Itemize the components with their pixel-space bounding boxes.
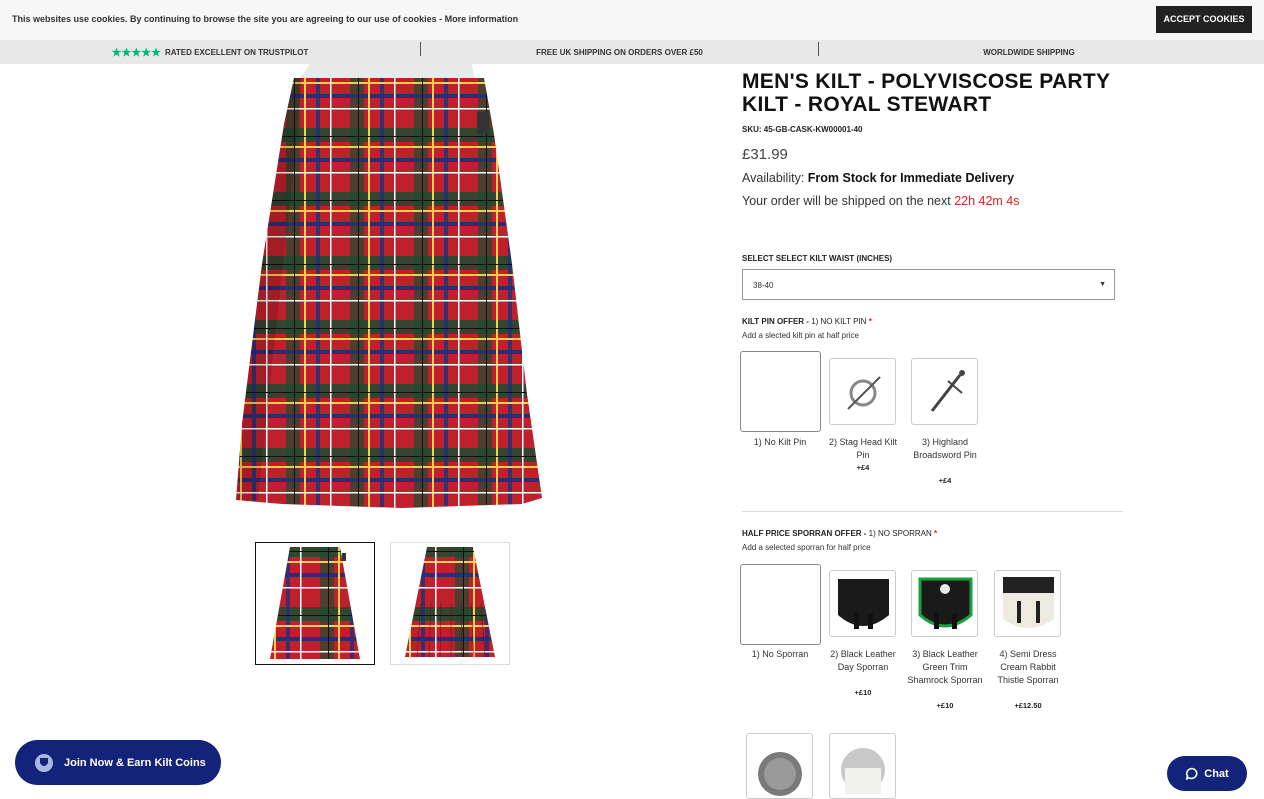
sporran-option-label: 3) Black Leather Green Trim Shamrock Spo… [907, 649, 983, 685]
kilt-pin-option-stag-head[interactable] [829, 358, 896, 425]
chat-bubble-icon [1185, 767, 1198, 780]
waist-select[interactable]: 38-40 ▼ [742, 269, 1115, 300]
sporran-option-6[interactable] [829, 733, 896, 799]
chat-button[interactable]: Chat [1167, 756, 1247, 791]
thumbnail-back[interactable] [390, 542, 510, 665]
waist-select-label: SELECT SELECT KILT WAIST (INCHES) [742, 254, 893, 263]
sporran-option-cream-rabbit[interactable] [994, 570, 1061, 637]
kilt-pin-selected: 1) NO KILT PIN [811, 317, 867, 326]
usp-trustpilot[interactable]: ★★★★★ RATED EXCELLENT ON TRUSTPILOT [0, 40, 420, 64]
cream-rabbit-sporran-image [1003, 577, 1054, 628]
broadsword-pin-image [930, 370, 965, 412]
join-label: Join Now & Earn Kilt Coins [64, 756, 206, 769]
usp-worldwide: WORLDWIDE SHIPPING [819, 40, 1239, 64]
shipping-text: FREE UK SHIPPING ON ORDERS OVER £50 [536, 47, 703, 57]
shipping-countdown: Your order will be shipped on the next 2… [742, 194, 1020, 208]
sporran-subtitle: Add a selected sporran for half price [742, 543, 871, 552]
availability: Availability: From Stock for Immediate D… [742, 171, 1014, 185]
stag-head-pin-image [847, 376, 881, 410]
crest-icon [35, 753, 53, 772]
section-divider [742, 511, 1123, 512]
thumbnail-back-image [405, 547, 495, 658]
sporran-option-price: +£10 [936, 701, 954, 710]
thumbnail-front[interactable] [255, 542, 375, 665]
usp-shipping: FREE UK SHIPPING ON ORDERS OVER £50 [421, 40, 818, 64]
sporran-option-price: +£10 [854, 688, 872, 697]
trustpilot-text: RATED EXCELLENT ON TRUSTPILOT [164, 47, 309, 57]
cookie-bar: This websites use cookies. By continuing… [0, 0, 1264, 40]
join-kilt-coins-button[interactable]: Join Now & Earn Kilt Coins [15, 740, 221, 785]
white-horsehair-sporran-image [841, 748, 885, 794]
kilt-pin-label: KILT PIN OFFER - 1) NO KILT PIN * [742, 317, 872, 326]
product-title: MEN'S KILT - POLYVISCOSE PARTY KILT - RO… [742, 70, 1110, 116]
product-sku: SKU: 45-GB-CASK-KW00001-40 [742, 125, 863, 134]
chat-label: Chat [1204, 767, 1229, 780]
green-trim-sporran-image [918, 577, 973, 629]
kilt-pin-option-price: +£4 [938, 476, 952, 485]
trustpilot-stars-icon: ★★★★★ [111, 46, 161, 59]
sporran-option-5[interactable] [746, 733, 813, 799]
kilt-pin-option-none[interactable] [740, 351, 821, 432]
black-day-sporran-image [838, 579, 889, 629]
required-marker: * [868, 317, 872, 326]
kilt-pin-option-price: +£4 [856, 463, 870, 472]
sporran-selected: 1) NO SPORRAN [868, 529, 932, 538]
availability-label: Availability: [742, 171, 808, 185]
product-price: £31.99 [742, 146, 788, 163]
shipping-timer: 22h 42m 4s [954, 194, 1020, 208]
more-information-link[interactable]: More information [445, 14, 519, 24]
thumbnail-front-image [270, 547, 360, 659]
kilt-pin-label-text: KILT PIN OFFER - [742, 317, 812, 326]
sporran-label: HALF PRICE SPORRAN OFFER - 1) NO SPORRAN… [742, 529, 937, 538]
sporran-option-black-day[interactable] [829, 570, 896, 637]
usp-bar: ★★★★★ RATED EXCELLENT ON TRUSTPILOT FREE… [0, 40, 1264, 64]
product-main-image[interactable] [222, 64, 552, 514]
grey-fur-sporran-image [758, 752, 802, 796]
accept-cookies-button[interactable]: ACCEPT COOKIES [1156, 6, 1252, 33]
chevron-down-icon: ▼ [1099, 281, 1106, 288]
sporran-option-price: +£12.50 [1014, 701, 1042, 710]
kilt-pin-option-broadsword[interactable] [911, 358, 978, 425]
cookie-message-text: This websites use cookies. By continuing… [12, 14, 445, 24]
kilt-pin-option-label: 3) Highland Broadsword Pin [913, 437, 977, 460]
kilt-pin-option-label: 1) No Kilt Pin [753, 437, 807, 447]
sporran-option-green-trim[interactable] [911, 570, 978, 637]
sporran-label-text: HALF PRICE SPORRAN OFFER - [742, 529, 869, 538]
sporran-option-label: 4) Semi Dress Cream Rabbit Thistle Sporr… [997, 649, 1059, 685]
sporran-option-label: 1) No Sporran [751, 649, 809, 659]
sporran-option-label: 2) Black Leather Day Sporran [830, 649, 896, 672]
shipping-prefix: Your order will be shipped on the next [742, 194, 955, 208]
kilt-pin-subtitle: Add a slected kilt pin at half price [742, 331, 859, 340]
sporran-option-none[interactable] [740, 564, 821, 645]
worldwide-text: WORLDWIDE SHIPPING [983, 47, 1075, 57]
cookie-message: This websites use cookies. By continuing… [12, 14, 518, 24]
waist-select-value: 38-40 [753, 281, 774, 290]
kilt-pin-option-label: 2) Stag Head Kilt Pin [828, 437, 898, 460]
required-marker: * [934, 529, 938, 538]
availability-value: From Stock for Immediate Delivery [807, 171, 1015, 185]
